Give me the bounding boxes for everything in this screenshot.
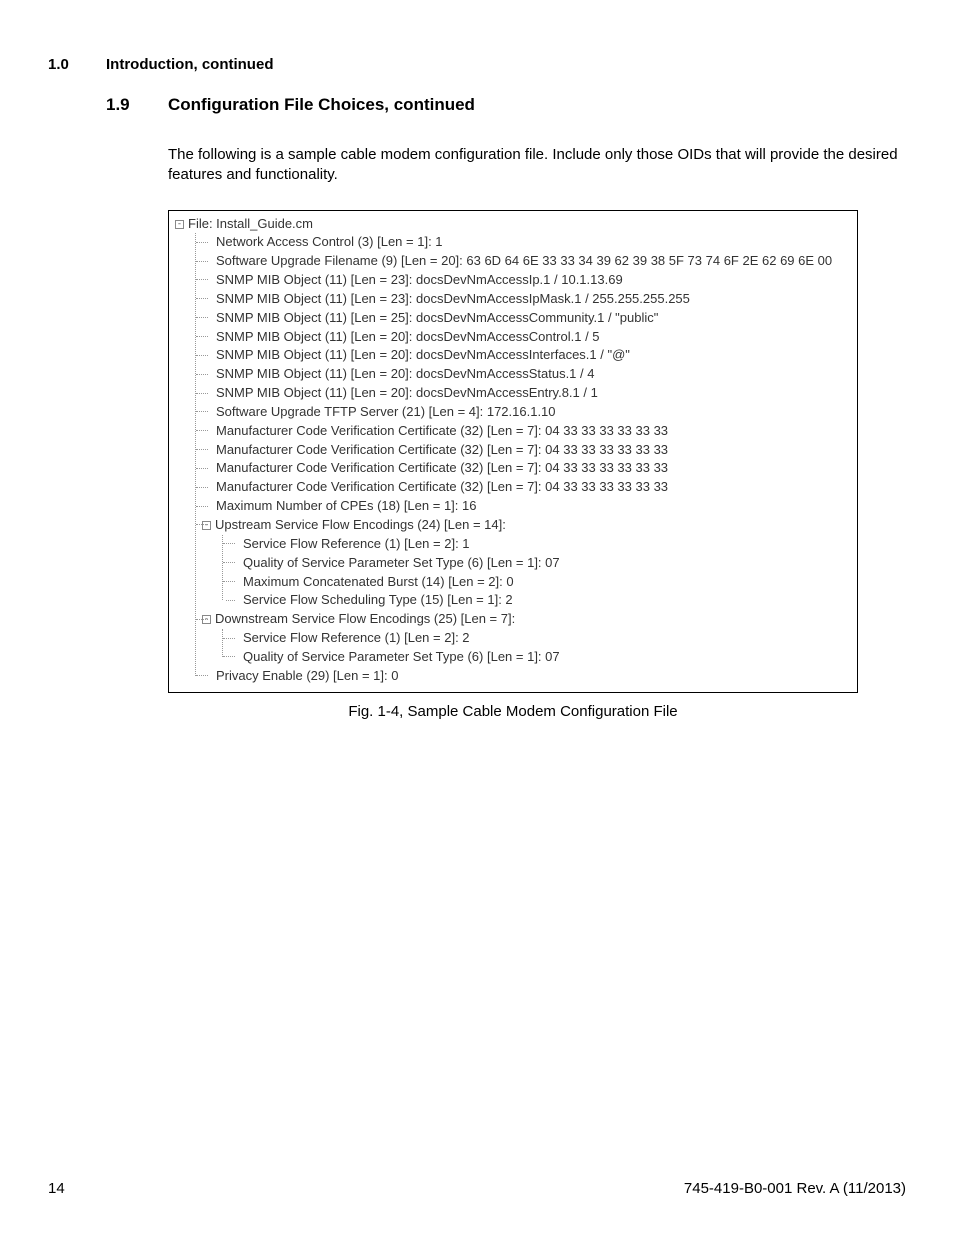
tree-node: Manufacturer Code Verification Certifica… <box>210 422 851 441</box>
minus-icon[interactable]: - <box>175 220 184 229</box>
tree-children: Service Flow Reference (1) [Len = 2]: 2 Q… <box>222 629 851 667</box>
config-tree-figure: -File: Install_Guide.cm Network Access C… <box>168 210 858 693</box>
tree-node: Software Upgrade TFTP Server (21) [Len =… <box>210 403 851 422</box>
tree-node: Service Flow Scheduling Type (15) [Len =… <box>237 591 851 610</box>
tree-node-label: SNMP MIB Object (11) [Len = 20]: docsDev… <box>216 366 594 381</box>
tree-children: Service Flow Reference (1) [Len = 2]: 1 Q… <box>222 535 851 610</box>
tree-node: Manufacturer Code Verification Certifica… <box>210 441 851 460</box>
tree-node: Network Access Control (3) [Len = 1]: 1 <box>210 233 851 252</box>
section-number: 1.0 <box>48 56 106 73</box>
tree-node: SNMP MIB Object (11) [Len = 23]: docsDev… <box>210 290 851 309</box>
tree-node-label: Manufacturer Code Verification Certifica… <box>216 423 668 438</box>
tree-node-label: SNMP MIB Object (11) [Len = 23]: docsDev… <box>216 272 623 287</box>
tree-node-label: Quality of Service Parameter Set Type (6… <box>243 555 560 570</box>
tree-node-label: Manufacturer Code Verification Certifica… <box>216 442 668 457</box>
tree-node: Privacy Enable (29) [Len = 1]: 0 <box>210 667 851 686</box>
doc-id: 745-419-B0-001 Rev. A (11/2013) <box>684 1180 906 1197</box>
tree-node: -Upstream Service Flow Encodings (24) [L… <box>210 516 851 610</box>
tree-node: Manufacturer Code Verification Certifica… <box>210 478 851 497</box>
tree-root-node: -File: Install_Guide.cm Network Access C… <box>175 215 851 686</box>
tree-node: SNMP MIB Object (11) [Len = 20]: docsDev… <box>210 328 851 347</box>
tree-node-label: Service Flow Scheduling Type (15) [Len =… <box>243 592 513 607</box>
tree-node-label: SNMP MIB Object (11) [Len = 20]: docsDev… <box>216 385 598 400</box>
page-number: 14 <box>48 1180 65 1197</box>
tree-node-label: Service Flow Reference (1) [Len = 2]: 2 <box>243 630 470 645</box>
tree-node-label: Quality of Service Parameter Set Type (6… <box>243 649 560 664</box>
body-paragraph: The following is a sample cable modem co… <box>168 145 906 186</box>
tree-node: Software Upgrade Filename (9) [Len = 20]… <box>210 252 851 271</box>
tree-root-label: File: Install_Guide.cm <box>188 216 313 231</box>
tree-node: Maximum Number of CPEs (18) [Len = 1]: 1… <box>210 497 851 516</box>
tree-node: SNMP MIB Object (11) [Len = 20]: docsDev… <box>210 365 851 384</box>
tree-node-label: Manufacturer Code Verification Certifica… <box>216 460 668 475</box>
tree-node: -Downstream Service Flow Encodings (25) … <box>210 610 851 667</box>
tree-node-label: Downstream Service Flow Encodings (25) [… <box>215 611 515 626</box>
minus-icon[interactable]: - <box>202 615 211 624</box>
tree-node-label: Software Upgrade Filename (9) [Len = 20]… <box>216 253 832 268</box>
tree-node-label: SNMP MIB Object (11) [Len = 20]: docsDev… <box>216 329 600 344</box>
subsection-header: 1.9Configuration File Choices, continued <box>106 95 906 115</box>
tree-node-label: SNMP MIB Object (11) [Len = 25]: docsDev… <box>216 310 658 325</box>
tree-node-label: Upstream Service Flow Encodings (24) [Le… <box>215 517 506 532</box>
tree-node-label: Maximum Concatenated Burst (14) [Len = 2… <box>243 574 514 589</box>
tree-node: Manufacturer Code Verification Certifica… <box>210 459 851 478</box>
tree-node-label: SNMP MIB Object (11) [Len = 23]: docsDev… <box>216 291 690 306</box>
minus-icon[interactable]: - <box>202 521 211 530</box>
tree-children: Network Access Control (3) [Len = 1]: 1 S… <box>195 233 851 685</box>
tree-node-label: SNMP MIB Object (11) [Len = 20]: docsDev… <box>216 347 630 362</box>
tree-node-label: Service Flow Reference (1) [Len = 2]: 1 <box>243 536 470 551</box>
tree-node-label: Maximum Number of CPEs (18) [Len = 1]: 1… <box>216 498 476 513</box>
tree-node-label: Software Upgrade TFTP Server (21) [Len =… <box>216 404 556 419</box>
page-footer: 14 745-419-B0-001 Rev. A (11/2013) <box>48 1180 906 1197</box>
tree-node: Quality of Service Parameter Set Type (6… <box>237 554 851 573</box>
tree-node: SNMP MIB Object (11) [Len = 23]: docsDev… <box>210 271 851 290</box>
tree-node-label: Network Access Control (3) [Len = 1]: 1 <box>216 234 443 249</box>
tree-node: SNMP MIB Object (11) [Len = 20]: docsDev… <box>210 346 851 365</box>
tree-node: Service Flow Reference (1) [Len = 2]: 1 <box>237 535 851 554</box>
section-title: Introduction, continued <box>106 56 273 73</box>
tree-node: Quality of Service Parameter Set Type (6… <box>237 648 851 667</box>
figure-caption: Fig. 1-4, Sample Cable Modem Configurati… <box>168 703 858 720</box>
section-header: 1.0Introduction, continued <box>48 56 906 73</box>
tree-node: SNMP MIB Object (11) [Len = 25]: docsDev… <box>210 309 851 328</box>
tree-node: SNMP MIB Object (11) [Len = 20]: docsDev… <box>210 384 851 403</box>
tree-node-label: Privacy Enable (29) [Len = 1]: 0 <box>216 668 398 683</box>
subsection-number: 1.9 <box>106 95 168 115</box>
subsection-title: Configuration File Choices, continued <box>168 95 475 114</box>
tree-node: Maximum Concatenated Burst (14) [Len = 2… <box>237 573 851 592</box>
tree-node-label: Manufacturer Code Verification Certifica… <box>216 479 668 494</box>
tree-node: Service Flow Reference (1) [Len = 2]: 2 <box>237 629 851 648</box>
